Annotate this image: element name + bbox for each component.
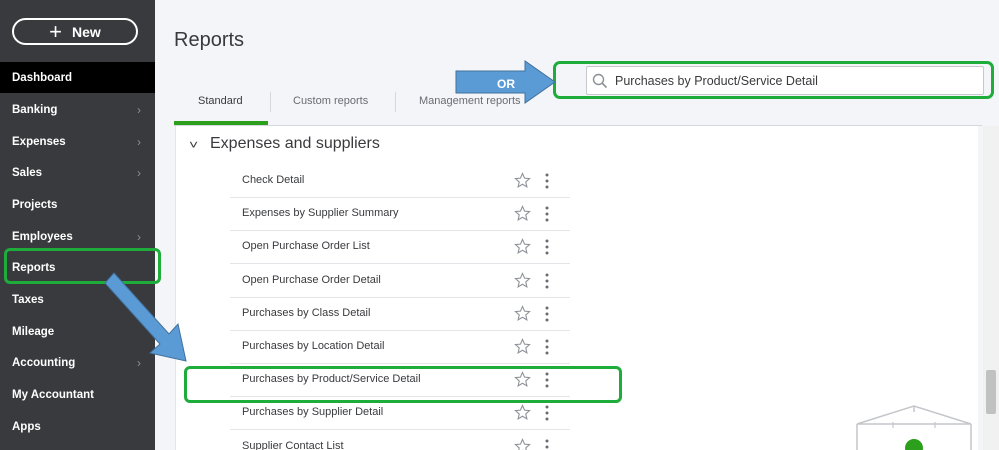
sidebar-item-label: Expenses <box>12 135 66 148</box>
report-link[interactable]: Check Detail <box>242 174 304 186</box>
star-icon[interactable] <box>514 404 531 421</box>
left-nav-sidebar: + New Dashboard Banking › Expenses › Sal… <box>0 0 155 450</box>
help-widget-icon[interactable] <box>853 404 975 450</box>
report-link[interactable]: Purchases by Class Detail <box>242 307 370 319</box>
report-link[interactable]: Supplier Contact List <box>242 440 344 450</box>
sidebar-item-label: Employees <box>12 230 73 243</box>
sidebar-item-label: Taxes <box>12 293 44 306</box>
more-options-icon[interactable] <box>544 273 550 289</box>
more-options-icon[interactable] <box>544 306 550 322</box>
chevron-right-icon: › <box>137 103 141 117</box>
star-icon[interactable] <box>514 304 531 322</box>
sidebar-item-sales[interactable]: Sales › <box>0 157 155 188</box>
chevron-down-icon[interactable]: ˅ <box>189 138 198 152</box>
chevron-right-icon: › <box>137 135 141 149</box>
sidebar-item-banking[interactable]: Banking › <box>0 94 155 125</box>
tab-divider <box>395 92 396 112</box>
star-icon[interactable] <box>514 338 531 355</box>
sidebar-item-dashboard[interactable]: Dashboard <box>0 62 155 93</box>
sidebar-item-expenses[interactable]: Expenses › <box>0 126 155 157</box>
more-options-icon[interactable] <box>544 405 550 421</box>
tab-custom-reports[interactable]: Custom reports <box>293 95 368 107</box>
new-button[interactable]: + New <box>12 18 138 45</box>
report-link[interactable]: Purchases by Supplier Detail <box>242 406 383 418</box>
report-list-item[interactable]: Purchases by Location Detail <box>230 331 570 364</box>
tab-standard[interactable]: Standard <box>198 95 243 107</box>
more-options-icon[interactable] <box>544 339 550 355</box>
sidebar-item-apps[interactable]: Apps <box>0 411 155 442</box>
report-list-item[interactable]: Purchases by Class Detail <box>230 298 570 331</box>
star-icon[interactable] <box>514 437 531 450</box>
sidebar-item-projects[interactable]: Projects <box>0 189 155 220</box>
report-list-item[interactable]: Expenses by Supplier Summary <box>230 198 570 232</box>
sidebar-item-label: Dashboard <box>12 71 73 84</box>
sidebar-item-label: Sales <box>12 166 43 179</box>
plus-icon: + <box>49 18 63 44</box>
sidebar-item-label: Banking <box>12 103 58 116</box>
section-title[interactable]: Expenses and suppliers <box>210 135 380 153</box>
more-options-icon[interactable] <box>544 173 550 189</box>
report-list-item[interactable]: Supplier Contact List <box>230 431 570 450</box>
sidebar-item-label: Projects <box>12 198 58 211</box>
more-options-icon[interactable] <box>544 439 550 450</box>
report-link[interactable]: Expenses by Supplier Summary <box>242 207 399 219</box>
sidebar-item-label: Accounting <box>12 356 76 369</box>
sidebar-item-label: Apps <box>12 420 41 433</box>
sidebar-item-label: Mileage <box>12 325 55 338</box>
report-list-item[interactable]: Open Purchase Order Detail <box>230 265 570 298</box>
star-icon[interactable] <box>514 271 531 289</box>
tab-divider <box>270 92 271 112</box>
star-icon[interactable] <box>514 238 531 255</box>
sidebar-item-my-accountant[interactable]: My Accountant <box>0 379 155 410</box>
report-highlight-box <box>184 366 622 403</box>
more-options-icon[interactable] <box>544 206 550 222</box>
report-list-item[interactable]: Check Detail <box>230 165 570 198</box>
sidebar-item-label: My Accountant <box>12 388 94 401</box>
arrow-down-right-icon <box>104 272 187 362</box>
new-button-label: New <box>72 23 101 40</box>
more-options-icon[interactable] <box>544 239 550 255</box>
star-icon[interactable] <box>514 172 531 189</box>
report-link[interactable]: Purchases by Location Detail <box>242 340 384 352</box>
search-highlight-box <box>553 61 994 99</box>
report-link[interactable]: Open Purchase Order List <box>242 240 370 252</box>
scrollbar-thumb[interactable] <box>986 370 996 414</box>
or-label: OR <box>497 77 515 91</box>
chevron-right-icon: › <box>137 230 141 244</box>
report-link[interactable]: Open Purchase Order Detail <box>242 274 381 286</box>
star-icon[interactable] <box>514 205 531 222</box>
report-list-item[interactable]: Open Purchase Order List <box>230 231 570 265</box>
page-title: Reports <box>174 29 245 51</box>
chevron-right-icon: › <box>137 166 141 180</box>
